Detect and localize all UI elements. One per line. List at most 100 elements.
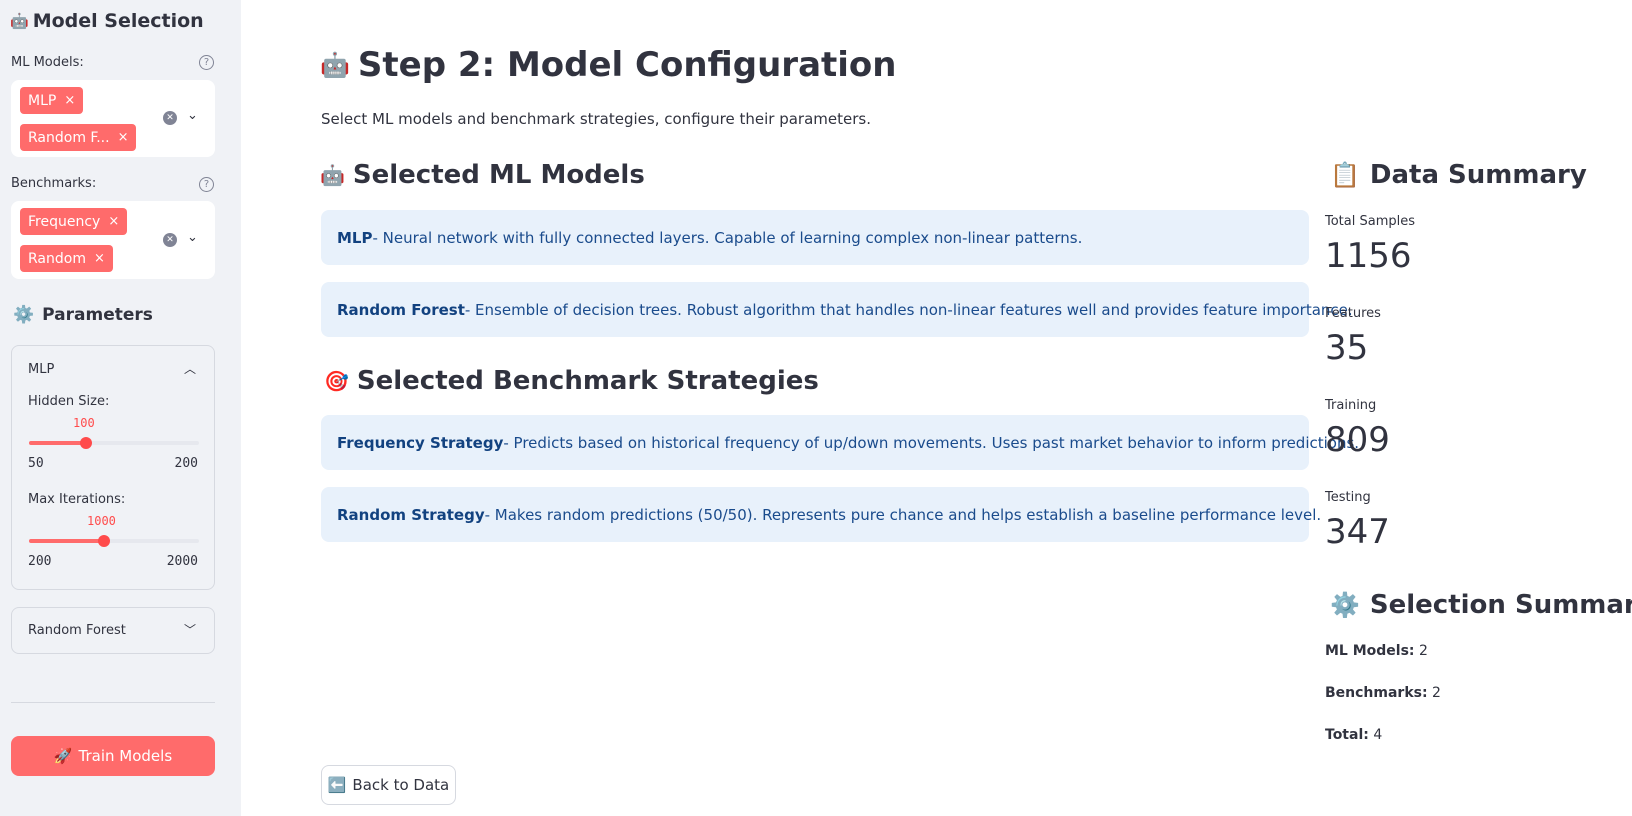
page-title: 🤖 Step 2: Model Configuration	[320, 45, 896, 85]
rocket-icon: 🚀	[53, 747, 73, 765]
hidden-size-min: 50	[28, 456, 44, 471]
benchmark-info-box: Random Strategy - Makes random predictio…	[321, 487, 1321, 542]
ml-models-label: ML Models:	[11, 55, 84, 70]
page-title-text: Step 2: Model Configuration	[357, 45, 897, 85]
chevron-down-icon[interactable]: ⌄	[187, 108, 198, 123]
metric-label: Training	[1325, 398, 1377, 413]
slider-thumb[interactable]	[98, 535, 110, 547]
metric-value: 35	[1325, 328, 1369, 368]
benchmarks-label: Benchmarks:	[11, 176, 97, 191]
slider-fill	[29, 539, 104, 543]
summary-label: ML Models:	[1325, 643, 1415, 659]
gear-icon: ⚙️	[1330, 591, 1360, 619]
metric-label: Testing	[1325, 490, 1371, 505]
metric-label: Total Samples	[1325, 214, 1416, 229]
chevron-down-icon[interactable]: ﹀	[184, 621, 196, 638]
benchmark-name: Frequency Strategy	[337, 433, 504, 452]
metric-value: 347	[1325, 512, 1390, 552]
tag-label: Frequency	[28, 213, 101, 230]
sidebar: 🤖 Model Selection ML Models: ? MLP × Ran…	[0, 0, 241, 816]
max-iterations-min: 200	[28, 554, 52, 569]
tag-random-forest[interactable]: Random F... ×	[20, 124, 137, 151]
help-icon[interactable]: ?	[199, 177, 214, 192]
data-summary-heading-text: Data Summary	[1369, 160, 1587, 190]
summary-value: 2	[1432, 685, 1441, 701]
back-to-data-label: Back to Data	[352, 776, 450, 794]
clear-all-icon[interactable]: ✕	[163, 111, 177, 125]
train-models-label: Train Models	[78, 747, 173, 765]
back-to-data-button[interactable]: ⬅️ Back to Data	[321, 765, 456, 805]
gear-icon: ⚙️	[13, 305, 35, 325]
metric-label: Features	[1325, 306, 1381, 321]
selection-total: Total: 4	[1325, 727, 1382, 743]
hidden-size-value: 100	[73, 416, 95, 430]
data-summary-heading: 📋 Data Summary	[1330, 160, 1587, 190]
model-desc: - Ensemble of decision trees. Robust alg…	[464, 300, 1353, 319]
help-icon[interactable]: ?	[199, 55, 214, 70]
benchmarks-heading: 🎯 Selected Benchmark Strategies	[324, 366, 819, 396]
arrow-left-icon: ⬅️	[327, 776, 347, 794]
remove-tag-icon[interactable]: ×	[118, 130, 129, 145]
benchmark-desc: - Predicts based on historical frequency…	[503, 433, 1360, 452]
chevron-up-icon[interactable]: ︿	[184, 360, 196, 377]
benchmark-info-box: Frequency Strategy - Predicts based on h…	[321, 415, 1359, 470]
model-name: Random Forest	[337, 300, 465, 319]
max-iterations-value: 1000	[87, 514, 116, 528]
slider-thumb[interactable]	[80, 437, 92, 449]
selection-ml-models: ML Models: 2	[1325, 643, 1428, 659]
tag-label: Random F...	[28, 129, 110, 146]
tag-label: MLP	[28, 92, 57, 109]
selection-summary-heading-text: Selection Summary	[1369, 590, 1632, 620]
sidebar-divider	[11, 702, 215, 703]
robot-icon: 🤖	[320, 163, 345, 187]
summary-value: 2	[1418, 643, 1428, 659]
remove-tag-icon[interactable]: ×	[108, 214, 119, 229]
model-info-box: Random Forest - Ensemble of decision tre…	[321, 282, 1353, 337]
benchmark-name: Random Strategy	[337, 505, 485, 524]
benchmarks-heading-text: Selected Benchmark Strategies	[356, 366, 819, 396]
selection-benchmarks: Benchmarks: 2	[1325, 685, 1441, 701]
hidden-size-max: 200	[174, 456, 198, 471]
robot-icon: 🤖	[320, 51, 350, 79]
models-heading: 🤖 Selected ML Models	[320, 160, 645, 190]
selection-summary-heading: ⚙️ Selection Summary	[1330, 590, 1632, 620]
clipboard-icon: 📋	[1330, 161, 1360, 189]
tag-label: Random	[28, 250, 86, 267]
benchmark-desc: - Makes random predictions (50/50). Repr…	[484, 505, 1322, 524]
metric-value: 1156	[1325, 236, 1412, 276]
model-info-box: MLP - Neural network with fully connecte…	[321, 210, 1309, 265]
summary-value: 4	[1373, 727, 1383, 743]
slider-fill	[29, 441, 86, 445]
clear-all-icon[interactable]: ✕	[163, 233, 177, 247]
ml-models-multiselect[interactable]: MLP × Random F... × ✕ ⌄	[11, 80, 215, 157]
tag-random[interactable]: Random ×	[20, 245, 113, 272]
tag-mlp[interactable]: MLP ×	[20, 87, 84, 114]
random-forest-expander[interactable]: Random Forest ﹀	[11, 607, 215, 654]
random-forest-expander-header[interactable]: Random Forest	[28, 623, 126, 638]
hidden-size-label: Hidden Size:	[28, 394, 110, 409]
mlp-expander-header[interactable]: MLP	[28, 362, 54, 377]
page-subtitle: Select ML models and benchmark strategie…	[321, 110, 871, 128]
sidebar-title-text: Model Selection	[32, 10, 204, 32]
max-iterations-slider[interactable]	[29, 535, 199, 547]
train-models-button[interactable]: 🚀 Train Models	[11, 736, 215, 776]
chevron-down-icon[interactable]: ⌄	[187, 230, 198, 245]
summary-label: Total:	[1325, 727, 1369, 743]
target-icon: 🎯	[324, 369, 349, 393]
tag-frequency[interactable]: Frequency ×	[20, 208, 128, 235]
summary-label: Benchmarks:	[1325, 685, 1428, 701]
max-iterations-max: 2000	[166, 554, 198, 569]
sidebar-title: 🤖 Model Selection	[10, 10, 204, 32]
remove-tag-icon[interactable]: ×	[94, 251, 105, 266]
parameters-title-text: Parameters	[42, 305, 153, 325]
remove-tag-icon[interactable]: ×	[64, 93, 75, 108]
mlp-expander: MLP ︿ Hidden Size: 100 50 200 Max Iterat…	[11, 345, 215, 590]
parameters-title: ⚙️ Parameters	[13, 305, 153, 325]
benchmarks-multiselect[interactable]: Frequency × Random × ✕ ⌄	[11, 201, 215, 279]
model-desc: - Neural network with fully connected la…	[372, 228, 1083, 247]
max-iterations-label: Max Iterations:	[28, 492, 126, 507]
hidden-size-slider[interactable]	[29, 437, 199, 449]
metric-value: 809	[1325, 420, 1390, 460]
robot-icon: 🤖	[10, 12, 29, 30]
model-name: MLP	[337, 228, 373, 247]
